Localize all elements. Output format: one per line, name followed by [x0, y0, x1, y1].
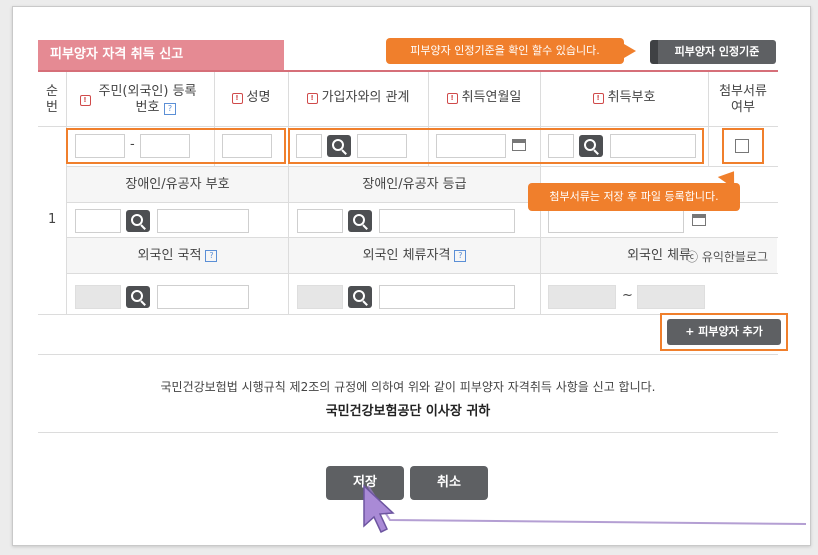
mouse-cursor-icon: [363, 484, 395, 534]
cursor-trail: [363, 484, 807, 534]
